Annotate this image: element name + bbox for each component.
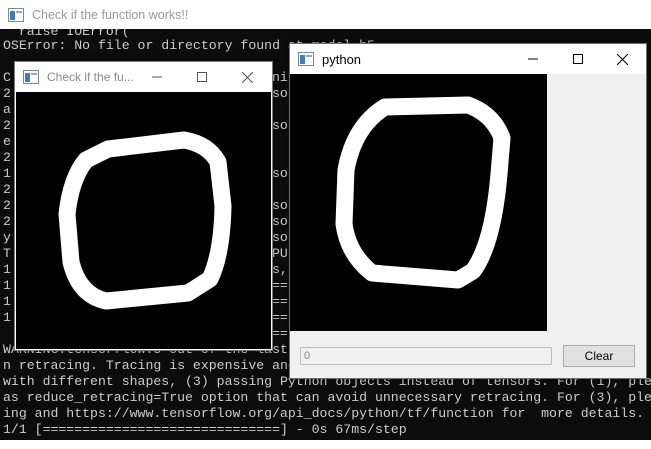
console-line: 2 <box>3 150 11 165</box>
console-fragment: ni <box>272 70 288 85</box>
close-button[interactable] <box>600 44 645 74</box>
console-line: 1 <box>3 310 11 325</box>
app-icon <box>8 8 24 22</box>
main-titlebar[interactable]: Check if the function works!! <box>0 0 651 30</box>
maximize-button[interactable] <box>555 44 600 74</box>
console-fragment: s, <box>272 262 288 277</box>
console-line: 1/1 [==============================] - 0… <box>3 422 407 437</box>
clear-button[interactable]: Clear <box>563 345 635 367</box>
drawing-canvas[interactable] <box>290 74 547 331</box>
console-line: 1 <box>3 278 11 293</box>
console-line: 2 <box>3 182 11 197</box>
console-line: 2 <box>3 118 11 133</box>
console-line: 2 <box>3 214 11 229</box>
console-line: 1 <box>3 294 11 309</box>
console-line: C <box>3 70 11 85</box>
console-line: 2 <box>3 198 11 213</box>
console-line: a <box>3 102 11 117</box>
drawing-preview <box>16 92 271 349</box>
maximize-icon <box>196 72 207 82</box>
python-window: python 0 Clear <box>289 43 647 379</box>
maximize-button[interactable] <box>179 62 224 92</box>
console-line: 2 <box>3 86 11 101</box>
close-icon <box>242 71 253 83</box>
check-window-title: Check if the fu... <box>47 70 134 84</box>
app-icon <box>23 70 39 84</box>
close-button[interactable] <box>225 62 270 92</box>
maximize-icon <box>572 54 583 64</box>
minimize-button[interactable] <box>134 62 179 92</box>
close-icon <box>617 53 628 65</box>
check-window: Check if the fu... <box>14 61 273 351</box>
drawn-zero-preview <box>58 131 232 310</box>
console-line: y <box>3 230 11 245</box>
console-line: e <box>3 134 11 149</box>
python-window-title: python <box>322 51 362 67</box>
minimize-icon <box>151 76 162 78</box>
minimize-icon <box>527 58 538 60</box>
console-line: 1 <box>3 166 11 181</box>
console-line: ing and https://www.tensorflow.org/api_d… <box>3 406 645 421</box>
prediction-field[interactable]: 0 <box>300 347 552 365</box>
check-window-titlebar[interactable]: Check if the fu... <box>15 62 272 92</box>
console-line: 1 <box>3 262 11 277</box>
console-line: as reduce_retracing=True option that can… <box>3 390 651 405</box>
minimize-button[interactable] <box>510 44 555 74</box>
main-window-title: Check if the function works!! <box>32 8 189 22</box>
drawn-zero <box>335 96 511 289</box>
console-fragment: PU <box>272 246 288 261</box>
console-line: T <box>3 246 11 261</box>
python-window-titlebar[interactable]: python <box>290 44 646 74</box>
app-icon <box>298 52 314 66</box>
taskbar-edge <box>0 440 651 449</box>
main-window: Check if the function works!! <box>0 0 651 29</box>
